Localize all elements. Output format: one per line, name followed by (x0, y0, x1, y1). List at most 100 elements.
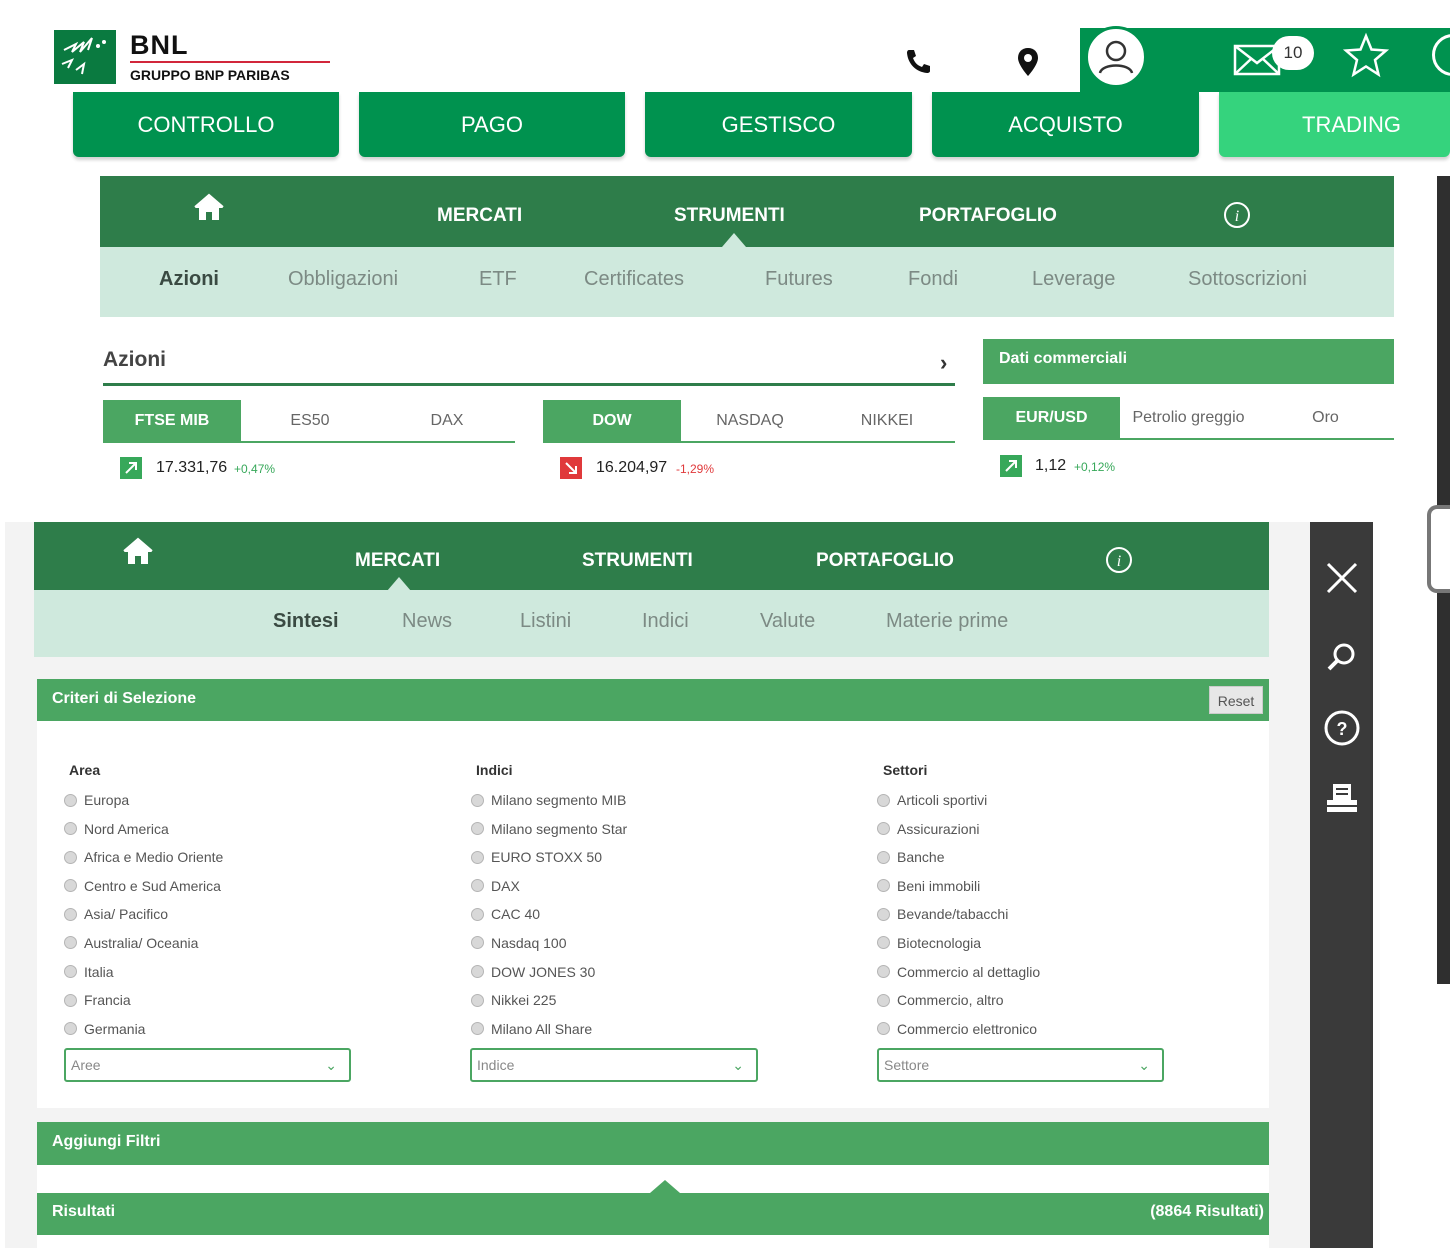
radio-button[interactable] (64, 822, 77, 836)
radio-option[interactable]: Commercio, altro (877, 990, 1197, 1010)
phone-icon[interactable] (903, 46, 933, 76)
radio-button[interactable] (877, 936, 890, 950)
radio-option[interactable]: Europa (64, 790, 384, 810)
radio-button[interactable] (877, 993, 890, 1007)
home-icon[interactable] (192, 193, 226, 228)
tab-nikkei[interactable]: NIKKEI (819, 400, 955, 441)
subnav-leverage[interactable]: Leverage (1032, 268, 1115, 291)
radio-option[interactable]: Nord America (64, 819, 384, 839)
main-tab-controllo[interactable]: CONTROLLO (73, 92, 339, 157)
radio-option[interactable]: DOW JONES 30 (471, 962, 791, 982)
tab-petrolio[interactable]: Petrolio greggio (1120, 397, 1257, 438)
tab-dow[interactable]: DOW (543, 400, 681, 441)
help-icon[interactable]: ? (1322, 708, 1362, 748)
radio-button[interactable] (877, 879, 890, 893)
user-icon[interactable] (1085, 26, 1147, 88)
tab-nasdaq[interactable]: NASDAQ (681, 400, 819, 441)
tab-es50[interactable]: ES50 (241, 400, 379, 441)
tab-oro[interactable]: Oro (1257, 397, 1394, 438)
nav-portafoglio[interactable]: PORTAFOGLIO (816, 550, 954, 572)
bnl-logo-icon[interactable] (54, 30, 116, 84)
subnav-indici[interactable]: Indici (642, 610, 689, 633)
radio-option[interactable]: Commercio elettronico (877, 1019, 1197, 1039)
radio-option[interactable]: Asia/ Pacifico (64, 904, 384, 924)
radio-option[interactable]: Milano segmento Star (471, 819, 791, 839)
settore-select[interactable]: Settore ⌄ (877, 1048, 1164, 1082)
aggiungi-filtri-label[interactable]: Aggiungi Filtri (52, 1133, 160, 1151)
radio-button[interactable] (471, 993, 484, 1007)
area-select[interactable]: Aree ⌄ (64, 1048, 351, 1082)
radio-option[interactable]: Germania (64, 1019, 384, 1039)
radio-option[interactable]: Biotecnologia (877, 933, 1197, 953)
radio-button[interactable] (471, 965, 484, 979)
tab-dax[interactable]: DAX (379, 400, 515, 441)
radio-button[interactable] (471, 850, 484, 864)
radio-button[interactable] (64, 879, 77, 893)
location-pin-icon[interactable] (1015, 46, 1041, 78)
radio-option[interactable]: Articoli sportivi (877, 790, 1197, 810)
subnav-certificates[interactable]: Certificates (584, 268, 684, 291)
radio-option[interactable]: EURO STOXX 50 (471, 847, 791, 867)
radio-option[interactable]: Beni immobili (877, 876, 1197, 896)
radio-button[interactable] (877, 1022, 890, 1036)
subnav-sintesi[interactable]: Sintesi (273, 610, 339, 633)
subnav-listini[interactable]: Listini (520, 610, 571, 633)
nav-mercati[interactable]: MERCATI (355, 550, 440, 572)
tab-eur-usd[interactable]: EUR/USD (983, 397, 1120, 438)
radio-button[interactable] (64, 793, 77, 807)
radio-button[interactable] (471, 822, 484, 836)
radio-option[interactable]: Banche (877, 847, 1197, 867)
radio-button[interactable] (64, 1022, 77, 1036)
star-icon[interactable] (1342, 32, 1390, 80)
subnav-valute[interactable]: Valute (760, 610, 815, 633)
radio-option[interactable]: Francia (64, 990, 384, 1010)
info-icon[interactable]: i (1104, 545, 1134, 580)
nav-portafoglio[interactable]: PORTAFOGLIO (919, 205, 1057, 227)
subnav-etf[interactable]: ETF (479, 268, 517, 291)
radio-option[interactable]: Assicurazioni (877, 819, 1197, 839)
main-tab-trading[interactable]: TRADING (1219, 92, 1450, 157)
radio-option[interactable]: CAC 40 (471, 904, 791, 924)
main-tab-gestisco[interactable]: GESTISCO (645, 92, 912, 157)
radio-button[interactable] (64, 965, 77, 979)
radio-button[interactable] (471, 936, 484, 950)
radio-button[interactable] (64, 850, 77, 864)
search-icon[interactable] (1322, 638, 1362, 678)
close-icon[interactable] (1322, 558, 1362, 598)
home-icon[interactable] (121, 537, 155, 572)
tab-ftse-mib[interactable]: FTSE MIB (103, 400, 241, 441)
subnav-futures[interactable]: Futures (765, 268, 833, 291)
nav-strumenti[interactable]: STRUMENTI (582, 550, 693, 572)
radio-option[interactable]: Milano All Share (471, 1019, 791, 1039)
info-icon[interactable]: i (1222, 200, 1252, 235)
radio-button[interactable] (64, 993, 77, 1007)
radio-button[interactable] (64, 936, 77, 950)
indice-select[interactable]: Indice ⌄ (470, 1048, 758, 1082)
subnav-news[interactable]: News (402, 610, 452, 633)
radio-option[interactable]: Bevande/tabacchi (877, 904, 1197, 924)
aggiungi-filtri-bar[interactable] (37, 1122, 1269, 1165)
subnav-azioni[interactable]: Azioni (159, 268, 219, 291)
subnav-fondi[interactable]: Fondi (908, 268, 958, 291)
radio-button[interactable] (471, 793, 484, 807)
radio-button[interactable] (471, 907, 484, 921)
chevron-right-icon[interactable]: › (940, 350, 947, 376)
radio-option[interactable]: Nikkei 225 (471, 990, 791, 1010)
radio-option[interactable]: Australia/ Oceania (64, 933, 384, 953)
reset-button[interactable]: Reset (1209, 686, 1263, 714)
radio-button[interactable] (877, 907, 890, 921)
radio-button[interactable] (877, 822, 890, 836)
radio-button[interactable] (64, 907, 77, 921)
collapse-notch[interactable] (650, 1180, 680, 1193)
nav-mercati[interactable]: MERCATI (437, 205, 522, 227)
radio-button[interactable] (877, 793, 890, 807)
radio-option[interactable]: Centro e Sud America (64, 876, 384, 896)
radio-option[interactable]: Nasdaq 100 (471, 933, 791, 953)
subnav-obbligazioni[interactable]: Obbligazioni (288, 268, 398, 291)
nav-strumenti[interactable]: STRUMENTI (674, 205, 785, 227)
radio-option[interactable]: Italia (64, 962, 384, 982)
radio-option[interactable]: DAX (471, 876, 791, 896)
radio-button[interactable] (877, 965, 890, 979)
radio-button[interactable] (877, 850, 890, 864)
radio-option[interactable]: Commercio al dettaglio (877, 962, 1197, 982)
